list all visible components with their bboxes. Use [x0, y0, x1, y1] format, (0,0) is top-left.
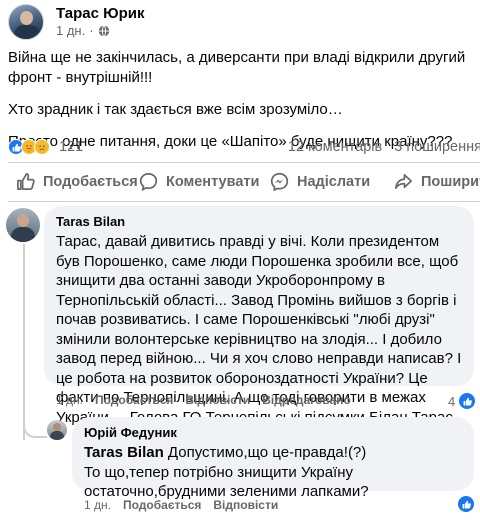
like-button[interactable]: Подобається [16, 172, 138, 191]
share-arrow-icon [395, 173, 412, 190]
messenger-icon [270, 172, 289, 191]
globe-icon [98, 25, 109, 37]
post-meta: 1 дн. · [56, 23, 145, 39]
send-button[interactable]: Надіслати [270, 172, 370, 191]
author-block: Тарас Юрик 1 дн. · [56, 5, 145, 39]
post-time[interactable]: 1 дн. [56, 23, 85, 39]
post-actions: Подобається Коментувати Надіслати Пошири… [0, 168, 480, 194]
reply-time[interactable]: 1 дн. [84, 498, 111, 512]
comment-reply-button[interactable]: Відповісти [185, 393, 250, 407]
sad-reaction-icon [34, 139, 50, 155]
send-button-label: Надіслати [297, 173, 371, 190]
like-button-label: Подобається [43, 173, 138, 190]
like-badge-icon [458, 496, 474, 512]
reactions-summary: 121 12 коментарів 3 поширення [8, 137, 480, 157]
comment-actions: 1 дн. Подобається Відповісти Відредагова… [56, 393, 351, 407]
author-avatar[interactable] [8, 4, 44, 40]
comment-time[interactable]: 1 дн. [56, 393, 83, 407]
post-paragraph: Хто зрадник і так здається вже всім зроз… [8, 101, 343, 118]
divider [8, 201, 480, 202]
reply-author-name[interactable]: Юрій Федуник [84, 425, 462, 441]
divider [8, 162, 480, 163]
share-button-label: Поширити [421, 173, 480, 190]
reply-thread-line [23, 244, 25, 440]
post-paragraph: Війна ще не закінчилась, а диверсанти пр… [8, 49, 466, 86]
commenter-avatar[interactable] [6, 208, 40, 242]
comment-bubble: Taras Bilan Тарас, давай дивитись правді… [44, 206, 474, 426]
author-name[interactable]: Тарас Юрик [56, 5, 145, 23]
reply-avatar[interactable] [47, 420, 67, 440]
reaction-icons[interactable] [8, 139, 50, 155]
reply-text-second-line: То що,тепер потрібно знищити Україну ост… [84, 463, 369, 501]
shares-count[interactable]: 3 поширення [394, 139, 480, 155]
comment-button[interactable]: Коментувати [139, 172, 259, 191]
reply-thread-curve [23, 416, 47, 438]
comment-edited-label[interactable]: Відредаговано [262, 393, 351, 407]
comment-like-count-value: 4 [448, 393, 456, 409]
comments-count[interactable]: 12 коментарів [288, 139, 382, 155]
commenter-name[interactable]: Taras Bilan [56, 214, 462, 230]
reply-like-button[interactable]: Подобається [123, 498, 201, 512]
comment-bubble-icon [139, 173, 158, 191]
reply-bubble: Юрій Федуник Taras Bilan Допустимо,що це… [72, 417, 474, 500]
like-badge-icon [459, 393, 476, 409]
reply-text-first-line: Допустимо,що це-правда!(?) [163, 444, 367, 461]
reaction-count[interactable]: 121 [59, 139, 83, 155]
thumbs-up-icon [17, 173, 35, 190]
post-header: Тарас Юрик 1 дн. · [8, 4, 145, 40]
reply-like-indicator[interactable] [458, 496, 474, 512]
share-button[interactable]: Поширити [394, 172, 480, 191]
mention-link[interactable]: Taras Bilan [84, 444, 164, 461]
engagement-counts: 12 коментарів 3 поширення [280, 139, 480, 155]
comment-like-count[interactable]: 4 [448, 393, 476, 409]
reply-text: Taras Bilan Допустимо,що це-правда!(?) Т… [84, 443, 462, 502]
meta-separator: · [89, 23, 94, 38]
reply-actions: 1 дн. Подобається Відповісти [84, 498, 278, 512]
reply-reply-button[interactable]: Відповісти [213, 498, 278, 512]
comment-like-button[interactable]: Подобається [95, 393, 173, 407]
comment-button-label: Коментувати [166, 173, 260, 190]
